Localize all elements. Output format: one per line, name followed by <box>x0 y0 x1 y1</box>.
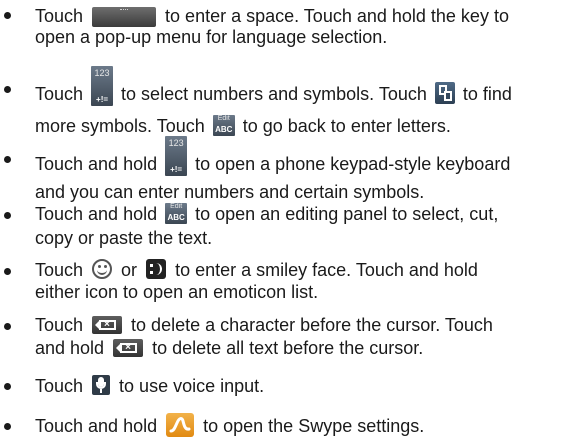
line: open a pop-up menu for language selectio… <box>35 27 388 48</box>
numbers-symbols-key-icon: 123 +!= <box>91 66 114 106</box>
text: Touch <box>35 260 89 280</box>
line: Touch 123 +!= to select numbers and symbo… <box>35 66 570 112</box>
text: to delete a character before the cursor.… <box>126 315 493 335</box>
text: to open a phone keypad-style keyboard <box>190 154 511 174</box>
text: to use voice input. <box>114 376 265 396</box>
text: to delete all text before the cursor. <box>147 338 424 358</box>
line: Touch and hold to open the Swype setting… <box>35 412 570 440</box>
text: and hold <box>35 338 110 358</box>
bullet-dot <box>4 212 11 219</box>
numbers-symbols-key-icon: 123 +!= <box>165 136 188 176</box>
text: to enter a space. Touch and hold the key… <box>160 6 509 26</box>
emoticon-key-icon <box>146 259 167 279</box>
line: and you can enter numbers and certain sy… <box>35 182 425 202</box>
line: Touch to use voice input. <box>35 374 570 398</box>
text: Touch and hold <box>35 416 163 436</box>
text: to open the Swype settings. <box>198 416 425 436</box>
more-symbols-key-icon <box>434 82 455 104</box>
line: copy or paste the text. <box>35 228 213 248</box>
line: Touch to enter a space. Touch and hold t… <box>35 6 570 28</box>
bullet-dot <box>4 268 11 275</box>
text: Touch <box>35 6 89 26</box>
line: Touch and hold Edit ABC to open an editin… <box>35 200 570 228</box>
delete-key-icon: × <box>113 339 144 357</box>
text: to open an editing panel to select, cut, <box>190 204 499 224</box>
delete-key-icon: × <box>92 316 123 334</box>
edit-abc-key-icon: Edit ABC <box>212 115 235 136</box>
swype-logo-icon <box>166 413 195 437</box>
text: to select numbers and symbols. Touch <box>116 84 432 104</box>
bullet-dot <box>4 383 11 390</box>
bullet-dot <box>4 12 11 19</box>
text: Touch <box>35 376 89 396</box>
line: Touch and hold 123 +!= to open a phone ke… <box>35 136 570 182</box>
text: to enter a smiley face. Touch and hold <box>170 260 478 280</box>
text: Touch and hold <box>35 154 163 174</box>
text: Touch and hold <box>35 204 163 224</box>
text: or <box>116 260 143 280</box>
line: Touch × to delete a character before the… <box>35 314 570 337</box>
text: more symbols. Touch <box>35 116 210 136</box>
text: to go back to enter letters. <box>237 116 451 136</box>
bullet-dot <box>4 156 11 163</box>
text: Touch <box>35 315 89 335</box>
space-key-icon <box>92 7 157 28</box>
edit-abc-key-icon: Edit ABC <box>165 203 188 224</box>
smiley-icon <box>92 259 113 279</box>
bullet-dot <box>4 423 11 430</box>
line: Touch or to enter a smiley face. Touch a… <box>35 258 570 282</box>
bullet-dot <box>4 323 11 330</box>
line: and hold × to delete all text before the… <box>35 337 570 359</box>
microphone-icon <box>92 375 111 395</box>
text: to find <box>457 84 512 104</box>
bullet-dot <box>4 86 11 93</box>
text: Touch <box>35 84 89 104</box>
line: either icon to open an emoticon list. <box>35 282 319 302</box>
